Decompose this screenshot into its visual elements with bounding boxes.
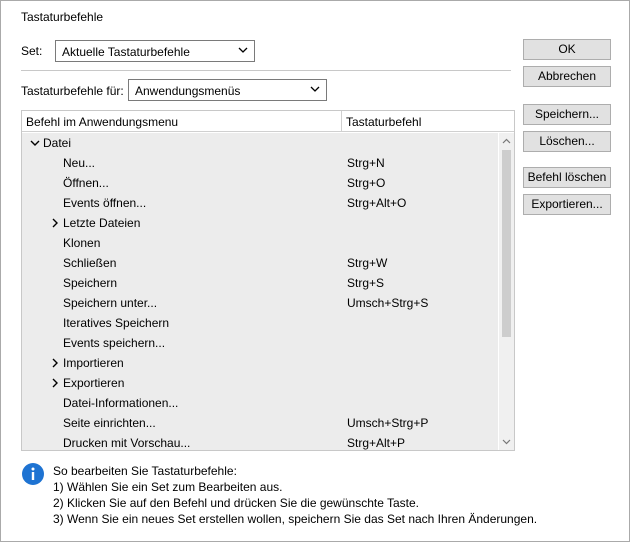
context-dropdown-value: Anwendungsmenüs — [135, 84, 241, 98]
ok-button[interactable]: OK — [523, 39, 611, 60]
scrollbar-thumb[interactable] — [502, 150, 511, 337]
column-header-shortcut[interactable]: Tastaturbefehl — [346, 115, 421, 129]
info-step-1: 1) Wählen Sie ein Set zum Bearbeiten aus… — [53, 480, 283, 494]
table-row[interactable]: Seite einrichten... Umsch+Strg+P — [22, 413, 498, 433]
row-command-label: Klonen — [63, 236, 101, 250]
command-grid: Befehl im Anwendungsmenu Tastaturbefehl … — [21, 110, 515, 451]
table-row[interactable]: Events öffnen... Strg+Alt+O — [22, 193, 498, 213]
row-command-label: Datei-Informationen... — [63, 396, 179, 410]
chevron-up-icon[interactable] — [501, 136, 512, 147]
grid-header: Befehl im Anwendungsmenu Tastaturbefehl — [22, 111, 514, 132]
delete-button[interactable]: Löschen... — [523, 131, 611, 152]
row-shortcut: Strg+N — [347, 156, 385, 170]
table-row[interactable]: Speichern unter... Umsch+Strg+S — [22, 293, 498, 313]
table-row[interactable]: Iteratives Speichern — [22, 313, 498, 333]
info-icon — [22, 463, 44, 485]
title-bar: Tastaturbefehle — [1, 1, 629, 31]
keyboard-shortcuts-dialog: Tastaturbefehle Set: Aktuelle Tastaturbe… — [0, 0, 630, 542]
row-shortcut: Umsch+Strg+P — [347, 416, 429, 430]
chevron-down-icon — [310, 86, 320, 92]
row-command-label: Speichern unter... — [63, 296, 158, 310]
separator — [21, 70, 511, 71]
chevron-right-icon[interactable] — [50, 218, 60, 228]
grid-body: Datei Neu... Strg+N Öffnen... Strg+O Events ö… — [22, 133, 498, 450]
table-row[interactable]: Drucken mit Vorschau... Strg+Alt+P — [22, 433, 498, 450]
info-step-3: 3) Wenn Sie ein neues Set erstellen woll… — [53, 512, 538, 526]
clear-command-button[interactable]: Befehl löschen — [523, 167, 611, 188]
row-shortcut: Umsch+Strg+S — [347, 296, 429, 310]
save-button[interactable]: Speichern... — [523, 104, 611, 125]
cancel-button[interactable]: Abbrechen — [523, 66, 611, 87]
row-shortcut: Strg+W — [347, 256, 388, 270]
row-command-label: Datei — [43, 136, 72, 150]
table-row[interactable]: Datei-Informationen... — [22, 393, 498, 413]
info-heading: So bearbeiten Sie Tastaturbefehle: — [53, 464, 237, 478]
chevron-right-icon[interactable] — [50, 378, 60, 388]
chevron-down-icon — [238, 47, 248, 53]
set-dropdown[interactable]: Aktuelle Tastaturbefehle — [55, 40, 255, 62]
row-command-label: Öffnen... — [63, 176, 109, 190]
table-row[interactable]: Öffnen... Strg+O — [22, 173, 498, 193]
table-row[interactable]: Events speichern... — [22, 333, 498, 353]
chevron-down-icon[interactable] — [501, 436, 512, 447]
table-row[interactable]: Speichern Strg+S — [22, 273, 498, 293]
table-row[interactable]: Datei — [22, 133, 498, 153]
context-label: Tastaturbefehle für: — [21, 84, 124, 98]
row-command-label: Exportieren — [63, 376, 125, 390]
row-command-label: Events öffnen... — [63, 196, 147, 210]
vertical-scrollbar[interactable] — [499, 133, 514, 450]
row-command-label: Seite einrichten... — [63, 416, 156, 430]
row-shortcut: Strg+S — [347, 276, 385, 290]
row-shortcut: Strg+O — [347, 176, 386, 190]
row-shortcut: Strg+Alt+P — [347, 436, 406, 450]
table-row[interactable]: Neu... Strg+N — [22, 153, 498, 173]
row-command-label: Speichern — [63, 276, 118, 290]
table-row[interactable]: Schließen Strg+W — [22, 253, 498, 273]
context-dropdown[interactable]: Anwendungsmenüs — [128, 79, 327, 101]
chevron-right-icon[interactable] — [50, 358, 60, 368]
table-row[interactable]: Klonen — [22, 233, 498, 253]
column-divider[interactable] — [341, 111, 342, 132]
info-step-2: 2) Klicken Sie auf den Befehl und drücke… — [53, 496, 420, 510]
row-command-label: Schließen — [63, 256, 117, 270]
row-command-label: Neu... — [63, 156, 96, 170]
table-row[interactable]: Importieren — [22, 353, 498, 373]
column-header-command[interactable]: Befehl im Anwendungsmenu — [26, 115, 178, 129]
row-command-label: Drucken mit Vorschau... — [63, 436, 191, 450]
set-dropdown-value: Aktuelle Tastaturbefehle — [62, 45, 190, 59]
row-command-label: Importieren — [63, 356, 124, 370]
chevron-down-icon[interactable] — [30, 138, 40, 148]
row-command-label: Letzte Dateien — [63, 216, 141, 230]
window-title: Tastaturbefehle — [21, 10, 104, 24]
row-command-label: Events speichern... — [63, 336, 166, 350]
set-label: Set: — [21, 44, 43, 58]
export-button[interactable]: Exportieren... — [523, 194, 611, 215]
row-shortcut: Strg+Alt+O — [347, 196, 407, 210]
table-row[interactable]: Letzte Dateien — [22, 213, 498, 233]
row-command-label: Iteratives Speichern — [63, 316, 170, 330]
table-row[interactable]: Exportieren — [22, 373, 498, 393]
